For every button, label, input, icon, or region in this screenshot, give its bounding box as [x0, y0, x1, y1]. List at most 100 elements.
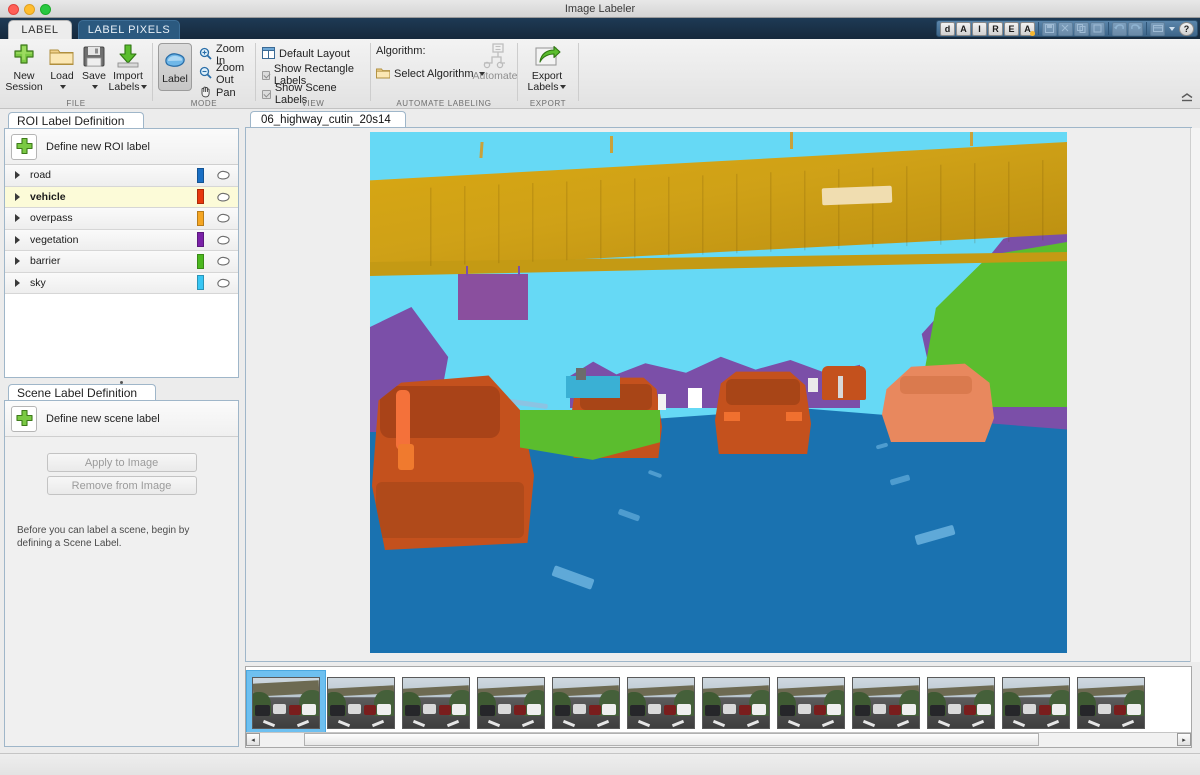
- sign-small-2: [688, 388, 702, 408]
- roi-label-color-swatch[interactable]: [197, 254, 204, 269]
- paste-icon-button[interactable]: [1090, 22, 1105, 36]
- expand-triangle-icon[interactable]: [15, 214, 20, 222]
- ribbon-group-mode-title: MODE: [153, 99, 255, 108]
- filmstrip-scroll-thumb[interactable]: [304, 733, 1039, 746]
- roi-label-row-vehicle[interactable]: vehicle: [5, 187, 238, 209]
- thumbnail-4[interactable]: [477, 677, 545, 729]
- help-button[interactable]: ?: [1179, 22, 1194, 36]
- export-labels-button[interactable]: Export Labels: [525, 43, 569, 93]
- roi-label-definition-tab[interactable]: ROI Label Definition: [8, 112, 144, 129]
- thumbnail-7[interactable]: [702, 677, 770, 729]
- tab-label-pixels[interactable]: LABEL PIXELS: [78, 20, 180, 39]
- document-tab[interactable]: 06_highway_cutin_20s14: [250, 111, 406, 128]
- e-button[interactable]: E: [1004, 22, 1019, 36]
- vehicle-car-right-center: [715, 370, 811, 454]
- roi-label-color-swatch[interactable]: [197, 275, 204, 290]
- expand-triangle-icon[interactable]: [15, 193, 20, 201]
- add-label-button[interactable]: A: [1020, 22, 1035, 36]
- car-rc-taillight-right: [786, 412, 802, 421]
- roi-label-name: road: [30, 169, 197, 181]
- roi-label-name: sky: [30, 277, 197, 289]
- thumbnail-5[interactable]: [552, 677, 620, 729]
- roi-label-color-swatch[interactable]: [197, 168, 204, 183]
- expand-triangle-icon[interactable]: [15, 171, 20, 179]
- r-button[interactable]: R: [988, 22, 1003, 36]
- thumbnail-8[interactable]: [777, 677, 845, 729]
- a-button[interactable]: A: [956, 22, 971, 36]
- filmstrip-scrollbar[interactable]: ◂ ▸: [246, 732, 1191, 747]
- save-icon-button[interactable]: [1042, 22, 1057, 36]
- roi-label-row-vegetation[interactable]: vegetation: [5, 230, 238, 252]
- cut-icon-button[interactable]: [1058, 22, 1073, 36]
- layout-icon-button[interactable]: [1150, 22, 1165, 36]
- pixel-label-icon: [214, 234, 232, 246]
- image-canvas-area[interactable]: [245, 127, 1192, 662]
- roi-label-row-road[interactable]: road: [5, 165, 238, 187]
- roi-label-color-swatch[interactable]: [197, 211, 204, 226]
- roi-label-row-sky[interactable]: sky: [5, 273, 238, 295]
- thumbnail-10[interactable]: [927, 677, 995, 729]
- thumbnail-12[interactable]: [1077, 677, 1145, 729]
- scene-label-definition-panel: Define new scene label Apply to Image Re…: [4, 400, 239, 512]
- roi-label-color-swatch[interactable]: [197, 189, 204, 204]
- show-rectangle-labels-checkbox[interactable]: Show Rectangle Labels: [262, 67, 370, 83]
- label-mode-button[interactable]: Label: [158, 43, 192, 91]
- pixel-label-icon: [214, 255, 232, 267]
- pixel-label-icon: [214, 212, 232, 224]
- d-button[interactable]: d: [940, 22, 955, 36]
- labeled-image[interactable]: [370, 132, 1067, 653]
- overpass-sign: [822, 186, 893, 206]
- i-button[interactable]: I: [972, 22, 987, 36]
- checkbox-icon[interactable]: [262, 90, 271, 99]
- default-layout-button[interactable]: Default Layout: [262, 46, 350, 62]
- roi-label-row-overpass[interactable]: overpass: [5, 208, 238, 230]
- collapse-ribbon-button[interactable]: [1180, 92, 1194, 104]
- expand-triangle-icon[interactable]: [15, 257, 20, 265]
- import-labels-button[interactable]: Import Labels: [104, 43, 152, 93]
- copy-icon-button[interactable]: [1074, 22, 1089, 36]
- status-bar: [0, 753, 1200, 775]
- chevron-down-icon[interactable]: [92, 85, 98, 89]
- define-new-roi-label-button[interactable]: Define new ROI label: [5, 129, 238, 165]
- thumbnail-6[interactable]: [627, 677, 695, 729]
- chevron-down-icon[interactable]: [60, 85, 66, 89]
- roi-label-row-barrier[interactable]: barrier: [5, 251, 238, 273]
- scene-label-definition-tab[interactable]: Scene Label Definition: [8, 384, 156, 401]
- zoom-out-button[interactable]: Zoom Out: [199, 66, 255, 82]
- automate-button[interactable]: Automate: [471, 43, 519, 82]
- undo-icon-button[interactable]: [1112, 22, 1127, 36]
- thumbnail-1[interactable]: [252, 677, 320, 729]
- thumbnail-3[interactable]: [402, 677, 470, 729]
- car-fr-window: [900, 376, 972, 394]
- thumbnail-9[interactable]: [852, 677, 920, 729]
- chevron-down-icon[interactable]: [1169, 27, 1175, 31]
- chevron-down-icon[interactable]: [560, 85, 566, 89]
- filmstrip-scroll-left-button[interactable]: ◂: [246, 733, 260, 746]
- redo-icon-button[interactable]: [1128, 22, 1143, 36]
- filmstrip-scroll-right-button[interactable]: ▸: [1177, 733, 1191, 746]
- scene-actions: Apply to Image Remove from Image: [5, 437, 238, 512]
- ribbon-group-view: Default Layout Show Rectangle Labels Sho…: [256, 39, 370, 109]
- expand-triangle-icon[interactable]: [15, 236, 20, 244]
- canvas-vertical-scrollbar[interactable]: [1190, 128, 1200, 662]
- filmstrip-panel[interactable]: ◂ ▸: [245, 666, 1192, 748]
- expand-triangle-icon[interactable]: [15, 279, 20, 287]
- pixel-label-icon: [214, 277, 232, 289]
- import-labels-label-2: Labels: [109, 81, 140, 93]
- roi-label-name: overpass: [30, 212, 197, 224]
- roi-label-color-swatch[interactable]: [197, 232, 204, 247]
- thumbnail-11[interactable]: [1002, 677, 1070, 729]
- scene-hint-panel: Before you can label a scene, begin by d…: [4, 512, 239, 747]
- thumbnail-2[interactable]: [327, 677, 395, 729]
- sign-small-3: [808, 378, 818, 392]
- automate-label: Automate: [471, 71, 519, 82]
- tab-label[interactable]: LABEL: [8, 20, 72, 39]
- checkbox-icon[interactable]: [262, 71, 270, 80]
- apply-to-image-button[interactable]: Apply to Image: [47, 453, 197, 472]
- chevron-down-icon[interactable]: [141, 85, 147, 89]
- select-algorithm-dropdown[interactable]: Select Algorithm: [376, 66, 485, 82]
- zoom-in-button[interactable]: Zoom In: [199, 47, 255, 63]
- define-new-scene-label-button[interactable]: Define new scene label: [5, 401, 238, 437]
- remove-from-image-button[interactable]: Remove from Image: [47, 476, 197, 495]
- overpass-post-3: [790, 132, 793, 149]
